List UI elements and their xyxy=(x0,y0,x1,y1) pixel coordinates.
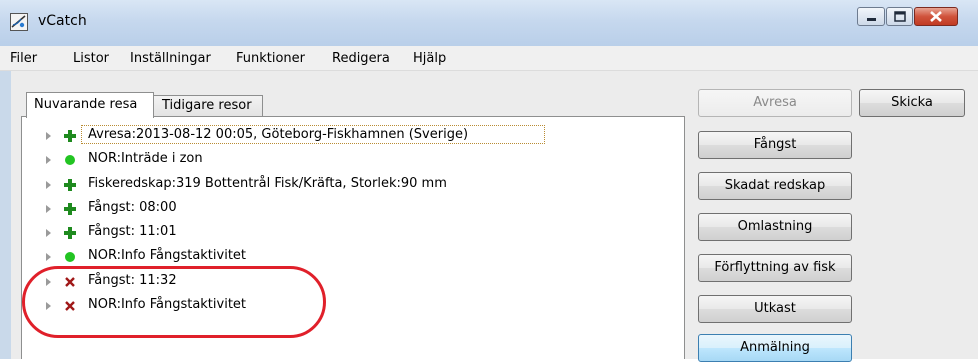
tree-item-label: Fångst: 08:00 xyxy=(88,200,177,215)
expand-arrow-icon[interactable] xyxy=(46,181,51,189)
tab-tidigare-resor[interactable]: Tidigare resor xyxy=(153,95,263,117)
expand-arrow-icon[interactable] xyxy=(46,132,51,140)
forflyttning-av-fisk-button[interactable]: Förflyttning av fisk xyxy=(698,254,852,282)
error-highlight-ring xyxy=(22,266,326,338)
skadat-redskap-button[interactable]: Skadat redskap xyxy=(698,172,852,200)
menu-hjalp[interactable]: Hjälp xyxy=(413,51,446,66)
omlastning-button[interactable]: Omlastning xyxy=(698,213,852,241)
menu-funktioner[interactable]: Funktioner xyxy=(236,51,305,66)
green-plus-icon xyxy=(64,203,76,215)
utkast-button[interactable]: Utkast xyxy=(698,295,852,323)
tree-item-label: NOR:Info Fångstaktivitet xyxy=(88,248,247,263)
menu-listor[interactable]: Listor xyxy=(73,51,109,66)
minimize-button[interactable] xyxy=(857,7,885,26)
menu-filer[interactable]: Filer xyxy=(10,51,37,66)
green-plus-icon xyxy=(64,179,76,191)
fish-app-icon xyxy=(10,13,28,31)
green-plus-icon xyxy=(64,130,76,142)
window-title: vCatch xyxy=(38,13,87,29)
tree-item-label: Avresa:2013-08-12 00:05, Göteborg-Fiskha… xyxy=(88,127,469,142)
close-button[interactable] xyxy=(914,7,958,26)
tree-item-label: NOR:Inträde i zon xyxy=(88,151,203,166)
minimize-icon xyxy=(867,18,876,21)
green-circle-icon xyxy=(65,252,75,262)
expand-arrow-icon[interactable] xyxy=(46,253,51,261)
maximize-icon xyxy=(894,11,906,22)
tree-item-label: Fiskeredskap:319 Bottentrål Fisk/Kräfta,… xyxy=(88,176,447,191)
skicka-button[interactable]: Skicka xyxy=(859,89,965,117)
expand-arrow-icon[interactable] xyxy=(46,156,51,164)
expand-arrow-icon[interactable] xyxy=(46,229,51,237)
green-plus-icon xyxy=(64,227,76,239)
fangst-button[interactable]: Fångst xyxy=(698,131,852,159)
tree-item-label: Fångst: 11:01 xyxy=(88,224,177,239)
menu-bar: Filer Listor Inställningar Funktioner Re… xyxy=(0,46,978,71)
anmalning-button[interactable]: Anmälning xyxy=(698,334,852,362)
menu-installningar[interactable]: Inställningar xyxy=(130,51,211,66)
title-bar: vCatch xyxy=(0,0,978,46)
window-border xyxy=(0,71,11,359)
menu-redigera[interactable]: Redigera xyxy=(332,51,390,66)
close-icon xyxy=(930,11,942,22)
maximize-button[interactable] xyxy=(886,7,913,26)
tab-nuvarande-resa[interactable]: Nuvarande resa xyxy=(26,92,154,118)
green-circle-icon xyxy=(65,155,75,165)
avresa-button[interactable]: Avresa xyxy=(698,89,852,117)
expand-arrow-icon[interactable] xyxy=(46,205,51,213)
